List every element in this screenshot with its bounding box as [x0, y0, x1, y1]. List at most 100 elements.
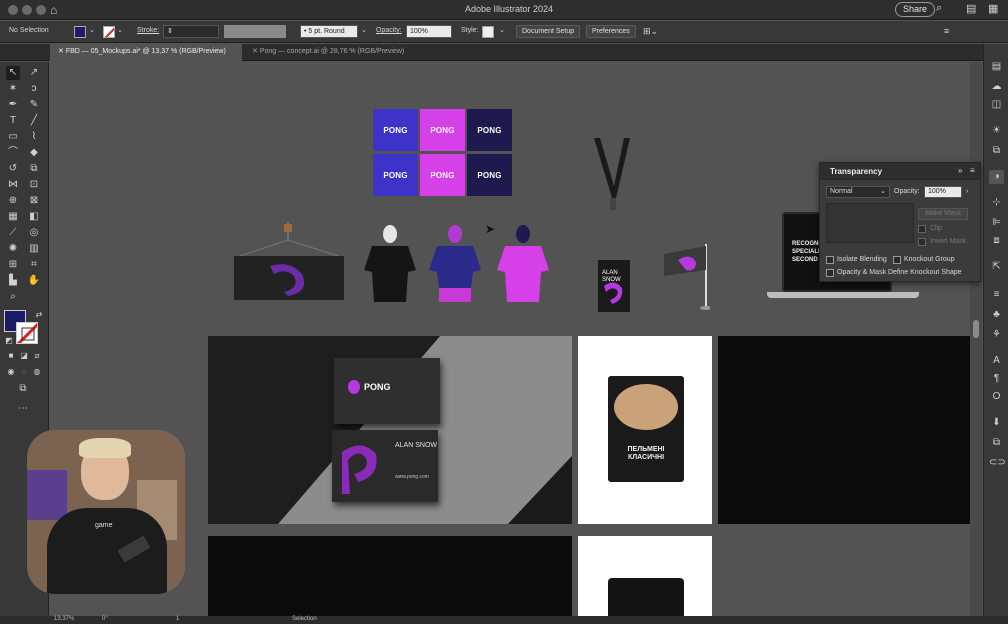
clip-checkbox[interactable] — [918, 225, 926, 233]
brush-definition-field[interactable]: • 5 pt. Round — [300, 25, 358, 38]
libraries-icon[interactable]: ☁ — [989, 80, 1004, 94]
arrange-documents-icon[interactable]: ▦ — [988, 2, 998, 15]
draw-behind-icon[interactable]: ◌ — [17, 365, 31, 379]
variable-width-profile[interactable] — [224, 25, 286, 38]
menu-icon[interactable]: ≡ — [989, 288, 1004, 302]
eraser-icon[interactable]: ◆ — [27, 146, 41, 160]
free-transform-icon[interactable]: ⊡ — [27, 178, 41, 192]
curvature-tool-icon[interactable]: ✎ — [27, 98, 41, 112]
swap-fill-stroke-icon[interactable]: ⇄ — [32, 308, 46, 322]
lasso-icon[interactable]: ↄ — [27, 82, 41, 96]
color-mode-icon[interactable]: ■ — [4, 349, 18, 363]
opacity-mask-knockout-checkbox[interactable] — [826, 269, 834, 277]
eyedropper-icon[interactable]: ⟋ — [6, 226, 20, 240]
stroke-weight-field[interactable]: ⇕ — [163, 25, 219, 38]
invert-mask-checkbox[interactable] — [918, 238, 926, 246]
shape-builder-icon[interactable]: ⊕ — [6, 194, 20, 208]
symbols-icon[interactable]: ♣ — [989, 308, 1004, 322]
zoom-level[interactable]: 13,37% — [54, 616, 74, 622]
opacity-field[interactable]: 100% — [924, 186, 962, 198]
default-colors-icon[interactable]: ◩ — [2, 334, 16, 348]
zoom-tool-icon[interactable]: ⌕ — [6, 290, 20, 304]
close-icon[interactable]: ✕ — [58, 48, 66, 55]
properties-icon[interactable]: ▤ — [989, 60, 1004, 74]
live-paint-icon[interactable]: ⊠ — [27, 194, 41, 208]
screen-mode-icon[interactable]: ⧉ — [16, 382, 30, 396]
rotate-tool-icon[interactable]: ↺ — [6, 162, 20, 176]
magic-wand-icon[interactable]: ✶ — [6, 82, 20, 96]
chevron-right-icon[interactable]: › — [448, 26, 450, 33]
layers-icon[interactable]: ◫ — [989, 98, 1004, 112]
tab-pong-concept[interactable]: ✕ Pong — concept.ai @ 28,76 % (RGB/Previ… — [244, 44, 444, 61]
graphic-style-swatch[interactable] — [482, 26, 494, 38]
pathfinder-icon[interactable]: ⧈ — [989, 234, 1004, 248]
chevron-down-icon[interactable]: ⌄ — [361, 26, 367, 34]
workspace-icon[interactable]: ▤ — [966, 2, 976, 15]
character-icon[interactable]: A — [989, 354, 1004, 368]
vertical-scrollbar[interactable] — [970, 62, 982, 616]
tab-fbd-mockups[interactable]: ✕ FBD — 05_Mockups.ai* @ 13,37 % (RGB/Pr… — [50, 44, 242, 61]
artboard-tool-icon[interactable]: ⊞ — [6, 258, 20, 272]
draw-inside-icon[interactable]: ◍ — [30, 365, 44, 379]
knockout-group-checkbox[interactable] — [893, 256, 901, 264]
links-icon[interactable]: ⊂⊃ — [989, 456, 1006, 470]
make-mask-button[interactable]: Make Mask — [918, 208, 968, 220]
stroke-swatch[interactable] — [103, 26, 115, 38]
line-tool-icon[interactable]: ╱ — [27, 114, 41, 128]
paintbrush-icon[interactable]: ⌇ — [27, 130, 41, 144]
pen-tool-icon[interactable]: ✒ — [6, 98, 20, 112]
document-setup-button[interactable]: Document Setup — [516, 25, 581, 38]
perspective-grid-icon[interactable]: ▦ — [6, 210, 20, 224]
brushes-icon[interactable]: ⚘ — [989, 328, 1004, 342]
search-icon[interactable]: ⌕ — [936, 2, 942, 15]
stroke-label[interactable]: Stroke: — [137, 27, 159, 34]
isolate-blending-checkbox[interactable] — [826, 256, 834, 264]
panel-menu-icon[interactable]: ≡ — [970, 166, 975, 175]
asset-export-icon[interactable]: ⬇ — [989, 416, 1004, 430]
rotation-value[interactable]: 0° — [102, 616, 108, 622]
scale-tool-icon[interactable]: ⧉ — [27, 162, 41, 176]
type-tool-icon[interactable]: T — [6, 114, 20, 128]
opentype-icon[interactable]: O — [989, 390, 1004, 404]
gradient-icon[interactable]: ◧ — [27, 210, 41, 224]
color-icon[interactable]: ☀ — [989, 124, 1004, 138]
fill-swatch[interactable] — [74, 26, 86, 38]
align-icon[interactable]: ⊫ — [989, 216, 1004, 230]
opacity-field[interactable]: 100% — [406, 25, 452, 38]
close-icon[interactable]: ✕ — [252, 48, 260, 55]
bar-graph-icon[interactable]: ▙ — [6, 274, 20, 288]
draw-normal-icon[interactable]: ◉ — [4, 365, 18, 379]
none-mode-icon[interactable]: ⧄ — [30, 349, 44, 363]
panel-menu-icon[interactable]: ≡ — [944, 26, 949, 36]
more-tools-icon[interactable]: ⋯ — [16, 402, 30, 416]
transform-icon[interactable]: ⊹ — [989, 196, 1004, 210]
rectangle-tool-icon[interactable]: ▭ — [6, 130, 20, 144]
chevron-down-icon[interactable]: ⌄ — [499, 26, 505, 34]
artboard-number[interactable]: 1 — [176, 616, 179, 622]
symbol-sprayer-icon[interactable]: ✺ — [6, 242, 20, 256]
width-tool-icon[interactable]: ⋈ — [6, 178, 20, 192]
opacity-label[interactable]: Opacity: — [376, 27, 402, 34]
chevron-down-icon[interactable]: ⌄ — [117, 26, 123, 34]
collapse-panel-icon[interactable]: » — [958, 166, 962, 175]
hand-tool-icon[interactable]: ✋ — [27, 274, 41, 288]
selection-tool-icon[interactable]: ↖ — [6, 66, 20, 80]
share-button[interactable]: Share — [895, 2, 936, 17]
blend-tool-icon[interactable]: ◎ — [27, 226, 41, 240]
chevron-down-icon[interactable]: ⌄ — [89, 26, 95, 34]
canvas[interactable]: PONG PONG PONG PONG PONG PONG ALAN SNOW … — [50, 62, 970, 616]
image-trace-icon[interactable]: ⧉ — [989, 144, 1004, 158]
export-icon[interactable]: ⇱ — [989, 260, 1004, 274]
stroke-color-box[interactable] — [16, 322, 38, 344]
chevron-right-icon[interactable]: › — [966, 188, 968, 195]
transparency-icon[interactable]: ◑ — [989, 170, 1004, 184]
slice-tool-icon[interactable]: ⌗ — [27, 258, 41, 272]
arrange-icon[interactable]: ⊞⌄ — [643, 26, 658, 37]
scroll-thumb[interactable] — [973, 320, 979, 338]
gradient-mode-icon[interactable]: ◪ — [17, 349, 31, 363]
column-graph-icon[interactable]: ▥ — [27, 242, 41, 256]
direct-selection-tool-icon[interactable]: ↗ — [27, 66, 41, 80]
paragraph-icon[interactable]: ¶ — [989, 372, 1004, 386]
artboards-icon[interactable]: ⧉ — [989, 436, 1004, 450]
shaper-tool-icon[interactable]: ⌒ — [6, 146, 20, 160]
